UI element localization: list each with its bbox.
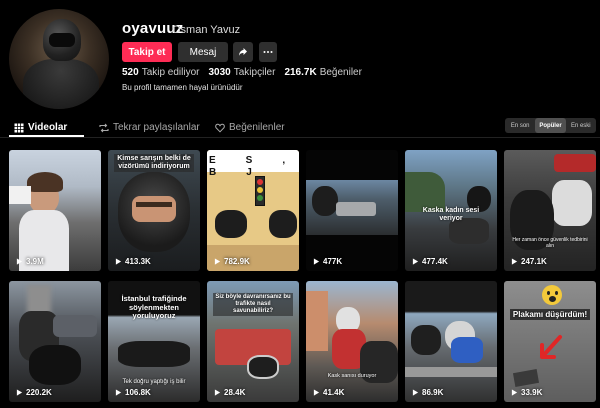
video-caption: Kaska kadın sesi veriyor — [422, 207, 480, 223]
view-count: 86.9K — [412, 388, 443, 397]
more-button[interactable] — [259, 42, 277, 62]
play-icon — [16, 389, 23, 396]
followers-stat[interactable]: 3030 Takipçiler — [209, 67, 276, 78]
video-caption: ES, BJ — [209, 155, 285, 178]
tab-label: Beğenilenler — [229, 122, 285, 133]
play-icon — [511, 258, 518, 265]
video-tile[interactable]: Her zaman önce güvenlik tedbirini alın 2… — [504, 150, 596, 271]
followers-label: Takipçiler — [233, 67, 276, 78]
view-count: 33.9K — [511, 388, 542, 397]
tab-reposts[interactable]: Tekrar paylaşılanlar — [99, 122, 200, 133]
view-count: 3.9M — [16, 257, 44, 266]
video-tile[interactable]: 477K — [306, 150, 398, 271]
play-icon — [412, 389, 419, 396]
message-button[interactable]: Mesaj — [178, 42, 228, 62]
avatar-rider-body — [23, 59, 99, 109]
video-tile[interactable]: Siz böyle davranırsanız bu trafikte nası… — [207, 281, 299, 402]
video-caption: Siz böyle davranırsanız bu trafikte nası… — [213, 293, 293, 316]
play-icon — [214, 258, 221, 265]
repost-icon — [99, 123, 109, 132]
play-icon — [511, 389, 518, 396]
view-count: 220.2K — [16, 388, 52, 397]
sort-oldest[interactable]: En eski — [566, 118, 596, 133]
video-caption: Plakamı düşürdüm! — [510, 309, 590, 321]
play-icon — [16, 258, 23, 265]
play-icon — [412, 258, 419, 265]
share-button[interactable] — [233, 42, 253, 62]
video-tile[interactable]: 3.9M — [9, 150, 101, 271]
profile-bio: Bu profil tamamen hayal ürünüdür — [122, 83, 243, 92]
play-icon — [214, 389, 221, 396]
sort-toggle: En son Popüler En eski — [505, 118, 596, 133]
tab-label: Tekrar paylaşılanlar — [113, 122, 200, 133]
share-icon — [239, 48, 247, 56]
followers-count: 3030 — [208, 67, 231, 78]
video-tile[interactable]: ES, BJ 782.9K — [207, 150, 299, 271]
view-count: 106.8K — [115, 388, 151, 397]
play-icon — [115, 389, 122, 396]
sort-latest[interactable]: En son — [505, 118, 535, 133]
profile-stats: 520 Takip ediliyor 3030 Takipçiler 216.7K B… — [122, 67, 362, 78]
view-count: 413.3K — [115, 257, 151, 266]
video-grid: 3.9M Kimse sarışın belki de vizörümü ind… — [9, 150, 597, 402]
view-count: 477.4K — [412, 257, 448, 266]
video-caption-secondary: Tek doğru yaptığı iş bilir — [122, 379, 186, 385]
video-tile[interactable]: 220.2K — [9, 281, 101, 402]
sort-popular[interactable]: Popüler — [535, 118, 566, 133]
view-count: 782.9K — [214, 257, 250, 266]
play-icon — [313, 389, 320, 396]
arrow-icon — [540, 335, 562, 359]
likes-stat: 216.7K Beğeniler — [284, 67, 362, 78]
avatar-visor — [49, 33, 75, 47]
following-label: Takip ediliyor — [141, 67, 200, 78]
tab-label: Videolar — [28, 122, 68, 133]
tab-liked[interactable]: Beğenilenler — [215, 122, 285, 133]
video-tile[interactable]: İstanbul trafiğinde söylenmekten yoruluy… — [108, 281, 200, 402]
following-stat[interactable]: 520 Takip ediliyor — [122, 67, 200, 78]
more-icon — [263, 51, 273, 53]
tabs-divider — [0, 137, 600, 138]
video-caption: Her zaman önce güvenlik tedbirini alın — [512, 237, 588, 249]
likes-count: 216.7K — [284, 67, 317, 78]
profile-avatar[interactable] — [9, 9, 109, 109]
play-icon — [313, 258, 320, 265]
following-count: 520 — [122, 67, 139, 78]
play-icon — [115, 258, 122, 265]
likes-label: Beğeniler — [319, 67, 362, 78]
video-tile[interactable]: Kask sanısı duruyor 41.4K — [306, 281, 398, 402]
video-tile[interactable]: Kaska kadın sesi veriyor 477.4K — [405, 150, 497, 271]
video-caption: İstanbul trafiğinde söylenmekten yoruluy… — [121, 294, 187, 321]
view-count: 28.4K — [214, 388, 245, 397]
view-count: 477K — [313, 257, 342, 266]
view-count: 247.1K — [511, 257, 547, 266]
video-tile[interactable]: Plakamı düşürdüm! 33.9K — [504, 281, 596, 402]
display-name: Osman Yavuz — [172, 24, 241, 36]
follow-button[interactable]: Takip et — [122, 42, 172, 62]
tab-videos[interactable]: Videolar — [14, 122, 67, 133]
grid-icon — [14, 123, 24, 132]
active-tab-indicator — [9, 135, 84, 137]
video-tile[interactable]: 86.9K — [405, 281, 497, 402]
video-tile[interactable]: Kimse sarışın belki de vizörümü indiriyo… — [108, 150, 200, 271]
video-caption: Kimse sarışın belki de vizörümü indiriyo… — [114, 154, 194, 173]
video-caption: Kask sanısı duruyor — [327, 373, 377, 379]
liked-icon — [215, 123, 225, 133]
view-count: 41.4K — [313, 388, 344, 397]
